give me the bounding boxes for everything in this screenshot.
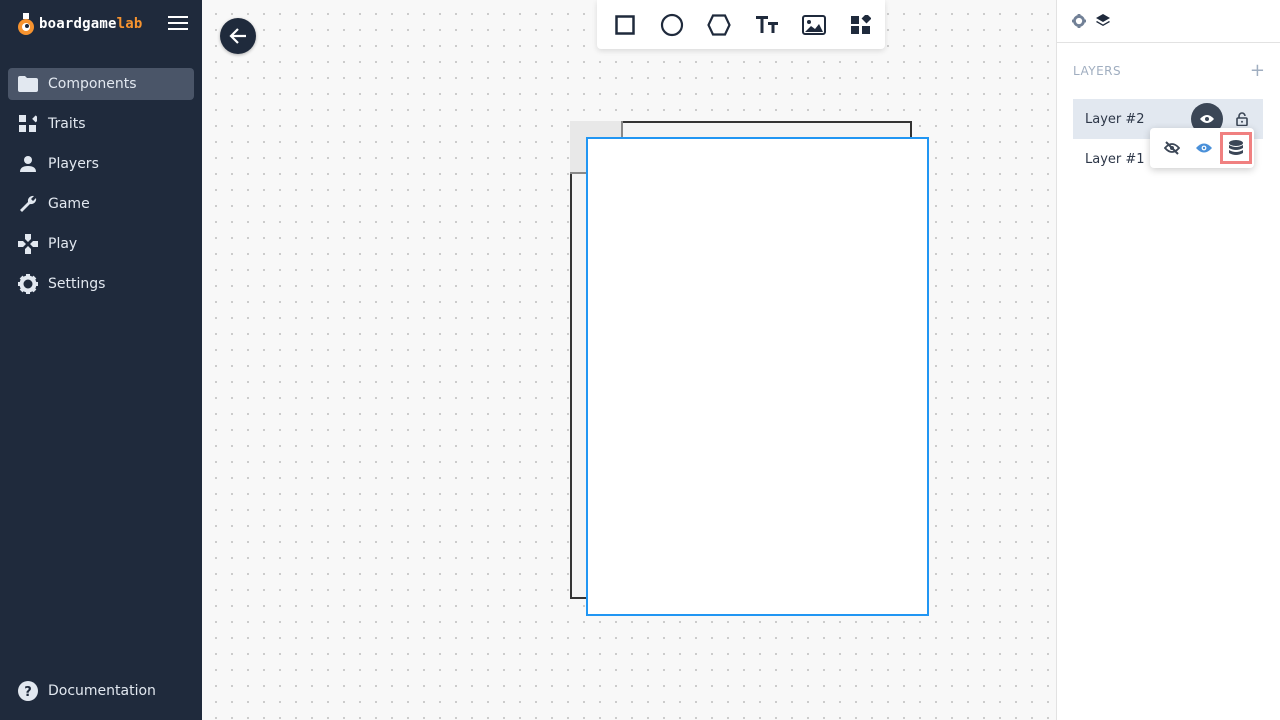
- circle-tool[interactable]: [648, 1, 695, 49]
- layers-title: LAYERS: [1073, 64, 1122, 78]
- sidebar-item-label: Settings: [48, 276, 106, 292]
- sidebar: boardgamelab Components Traits Players G…: [0, 0, 202, 720]
- sidebar-item-label: Players: [48, 156, 99, 172]
- eye-icon: [1200, 115, 1214, 123]
- rectangle-tool[interactable]: [601, 1, 648, 49]
- settings-tab[interactable]: [1071, 13, 1087, 29]
- visibility-menu: [1150, 128, 1254, 168]
- gear-icon: [18, 274, 38, 294]
- panel-tabs: [1057, 0, 1280, 43]
- image-tool[interactable]: [790, 1, 837, 49]
- component-tool[interactable]: [838, 1, 885, 49]
- back-button[interactable]: [220, 18, 256, 54]
- sidebar-item-traits[interactable]: Traits: [8, 108, 194, 140]
- flask-logo-icon: [18, 13, 34, 35]
- text-icon: [755, 15, 778, 33]
- circle-icon: [660, 13, 684, 36]
- gear-icon: [1072, 14, 1086, 28]
- text-tool[interactable]: [743, 1, 790, 49]
- sidebar-item-play[interactable]: Play: [8, 228, 194, 260]
- sidebar-item-settings[interactable]: Settings: [8, 268, 194, 300]
- sidebar-item-label: Components: [48, 76, 137, 92]
- image-icon: [801, 14, 826, 35]
- sidebar-item-game[interactable]: Game: [8, 188, 194, 220]
- sidebar-item-label: Traits: [48, 116, 86, 132]
- show-option[interactable]: [1188, 132, 1220, 164]
- menu-toggle-icon[interactable]: [168, 16, 188, 32]
- hide-option[interactable]: [1156, 132, 1188, 164]
- lock-open-icon: [1236, 112, 1248, 126]
- sidebar-item-players[interactable]: Players: [8, 148, 194, 180]
- eye-icon: [1196, 143, 1212, 153]
- wrench-icon: [18, 194, 38, 214]
- sidebar-item-label: Game: [48, 196, 90, 212]
- documentation-label: Documentation: [48, 683, 156, 699]
- layer-label: Layer #2: [1085, 111, 1145, 127]
- selected-card-shape[interactable]: [586, 137, 929, 616]
- brand[interactable]: boardgamelab: [16, 11, 143, 37]
- square-icon: [614, 14, 635, 35]
- database-icon: [1229, 140, 1243, 155]
- data-visibility-option[interactable]: [1220, 132, 1252, 164]
- sidebar-nav: Components Traits Players Game Play Sett…: [8, 68, 194, 308]
- layers-tab[interactable]: [1095, 13, 1111, 29]
- documentation-link[interactable]: ? Documentation: [18, 681, 156, 701]
- arrow-left-icon: [229, 28, 246, 44]
- layer-label: Layer #1: [1085, 151, 1145, 167]
- widgets-icon: [18, 114, 38, 134]
- hexagon-icon: [707, 13, 732, 36]
- gamepad-icon: [18, 234, 38, 254]
- folder-icon: [18, 74, 38, 94]
- svg-text:?: ?: [24, 685, 32, 700]
- lock-button[interactable]: [1233, 110, 1251, 128]
- widgets-icon: [851, 14, 872, 34]
- layers-icon: [1096, 14, 1110, 26]
- hexagon-tool[interactable]: [696, 1, 743, 49]
- person-icon: [18, 154, 38, 174]
- properties-panel: LAYERS + Layer #2 Layer #1: [1056, 0, 1280, 720]
- sidebar-item-components[interactable]: Components: [8, 68, 194, 100]
- brand-name: boardgamelab: [39, 16, 143, 32]
- add-layer-button[interactable]: +: [1250, 62, 1265, 80]
- shape-toolbar: [597, 0, 885, 49]
- help-icon: ?: [18, 681, 38, 701]
- sidebar-item-label: Play: [48, 236, 78, 252]
- layers-header: LAYERS +: [1073, 62, 1265, 80]
- eye-off-icon: [1164, 141, 1180, 155]
